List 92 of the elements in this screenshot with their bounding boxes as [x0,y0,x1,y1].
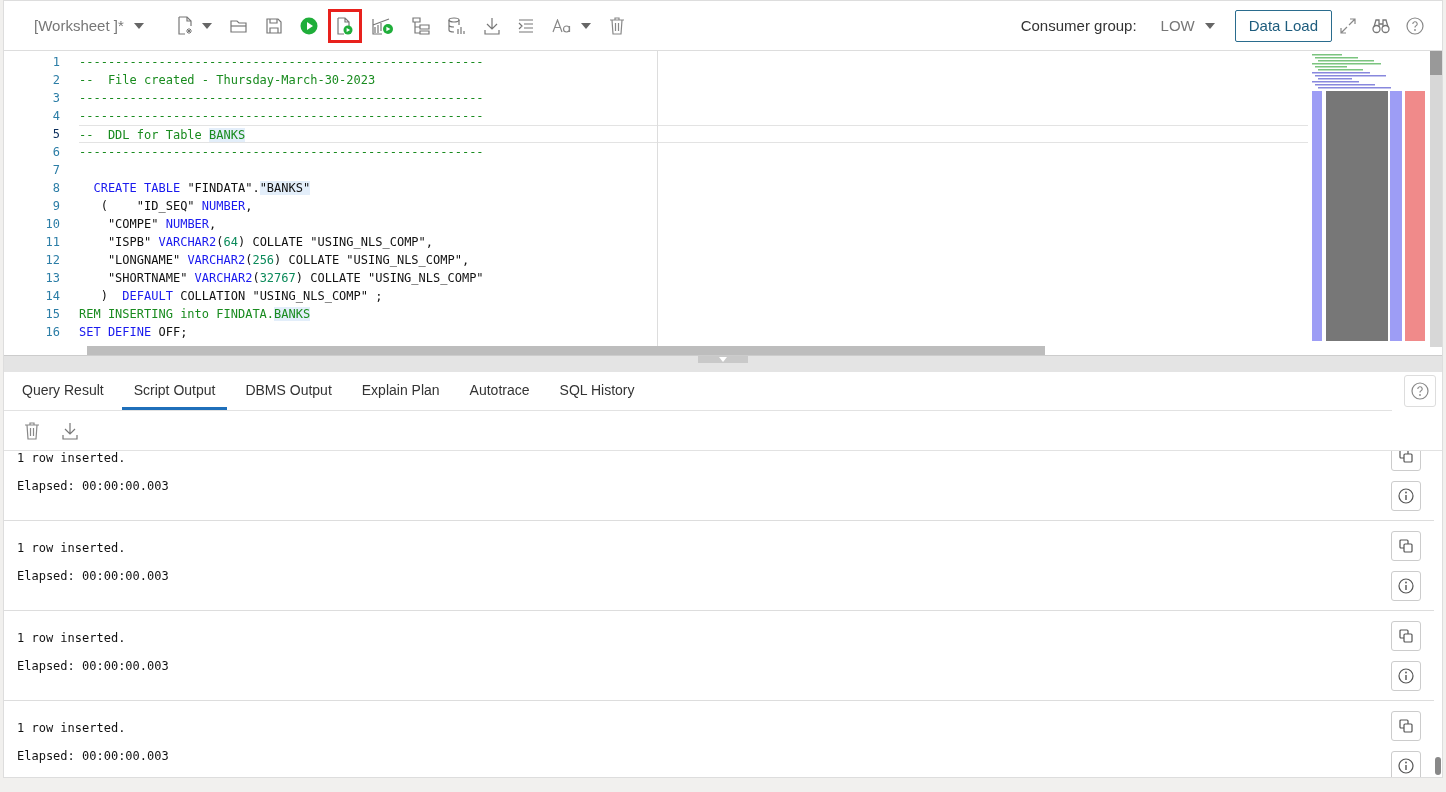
copy-button[interactable] [1391,531,1421,561]
line-number: 11 [44,234,61,251]
run-script-icon [336,16,353,35]
download-icon [483,16,500,35]
code-line: -------------------------------------------------------- [79,91,484,105]
output-tab[interactable]: Autotrace [457,372,542,410]
database-chart-icon [447,16,466,35]
data-load-button[interactable]: Data Load [1234,9,1332,42]
output-tab[interactable]: Script Output [121,372,228,410]
horizontal-scrollbar[interactable] [87,346,1045,355]
consumer-group-label: Consumer group: [1020,17,1137,34]
consumer-group-dropdown[interactable]: LOW [1154,16,1221,35]
help-icon [1406,16,1424,35]
caret-icon [719,357,727,362]
folder-icon [229,17,248,34]
info-icon [1398,578,1414,594]
autotrace-icon [371,16,394,35]
worksheet-selector[interactable]: [Worksheet ]* [26,13,152,38]
code-line: "COMPE" NUMBER, [106,217,217,231]
code-line: "ISPB" VARCHAR2(64) COLLATE "USING_NLS_COMP", [106,235,434,249]
info-icon [1398,488,1414,504]
line-number: 14 [44,288,61,305]
line-number: 6 [51,144,61,161]
trash-icon [24,421,40,440]
trash-icon [608,16,625,35]
info-button[interactable] [1391,751,1421,777]
elapsed-time: Elapsed: 00:00:00.003 [17,658,170,675]
output-tab[interactable]: Explain Plan [349,372,452,410]
line-number: 13 [44,270,61,287]
line-number: 7 [51,162,61,179]
code-line: SET DEFINE OFF; [79,325,188,339]
help-button[interactable] [1404,375,1436,407]
copy-icon [1399,719,1413,733]
info-icon [1398,668,1414,684]
code-line: REM INSERTING into FINDATA.BANKS [79,307,311,321]
line-number: 10 [44,216,61,233]
copy-button[interactable] [1391,621,1421,651]
info-icon [1398,758,1414,774]
code-line: -- DDL for Table BANKS [79,128,246,142]
line-number: 15 [44,306,61,323]
elapsed-time: Elapsed: 00:00:00.003 [17,748,170,765]
font-size-icon [551,18,572,33]
run-icon [299,16,318,35]
save-icon [265,17,282,34]
binoculars-icon [1372,17,1390,34]
output-message: 1 row inserted. [17,720,127,737]
caret-icon [1204,22,1215,29]
splitter-handle[interactable] [698,356,748,363]
code-line: -------------------------------------------------------- [79,109,484,123]
info-button[interactable] [1391,661,1421,691]
code-line: ( "ID_SEQ" NUMBER, [99,199,253,213]
output-tab[interactable]: SQL History [547,372,647,410]
output-message: 1 row inserted. [17,630,127,647]
line-number: 16 [44,324,61,341]
copy-button[interactable] [1391,711,1421,741]
info-button[interactable] [1391,571,1421,601]
line-number: 9 [51,198,61,215]
code-line: -- File created - Thursday-March-30-2023 [79,73,376,87]
copy-icon [1399,539,1413,553]
info-button[interactable] [1391,481,1421,511]
scrollbar[interactable] [1430,51,1442,347]
code-line: -------------------------------------------------------- [79,145,484,159]
format-icon [517,18,534,33]
caret-icon [133,22,144,29]
output-message: 1 row inserted. [17,451,127,467]
copy-icon [1399,451,1413,463]
explain-plan-icon [411,16,430,35]
output-tab[interactable]: Query Result [10,372,116,410]
output-tab[interactable]: DBMS Output [233,372,344,410]
download-icon [62,421,78,440]
help-icon [1411,382,1429,400]
elapsed-time: Elapsed: 00:00:00.003 [17,568,170,585]
line-number: 12 [44,252,61,269]
line-number: 8 [51,180,61,197]
line-number: 1 [51,54,61,71]
line-number: 4 [51,108,61,125]
line-number: 5 [51,126,61,143]
line-number: 2 [51,72,61,89]
line-number: 3 [51,90,61,107]
expand-icon [1340,17,1356,34]
code-line: "LONGNAME" VARCHAR2(256) COLLATE "USING_NLS_COMP", [106,253,470,267]
code-line: ) DEFAULT COLLATION "USING_NLS_COMP" ; [99,289,383,303]
elapsed-time: Elapsed: 00:00:00.003 [17,478,170,495]
copy-icon [1399,629,1413,643]
code-line: "SHORTNAME" VARCHAR2(32767) COLLATE "USING_NLS_COMP" [106,271,484,285]
caret-icon [580,22,591,29]
code-line: CREATE TABLE "FINDATA"."BANKS" [92,181,311,195]
run-script-button[interactable] [327,8,362,43]
caret-icon [201,22,212,29]
new-file-icon [176,15,193,36]
output-message: 1 row inserted. [17,540,127,557]
code-line: -------------------------------------------------------- [79,55,484,69]
